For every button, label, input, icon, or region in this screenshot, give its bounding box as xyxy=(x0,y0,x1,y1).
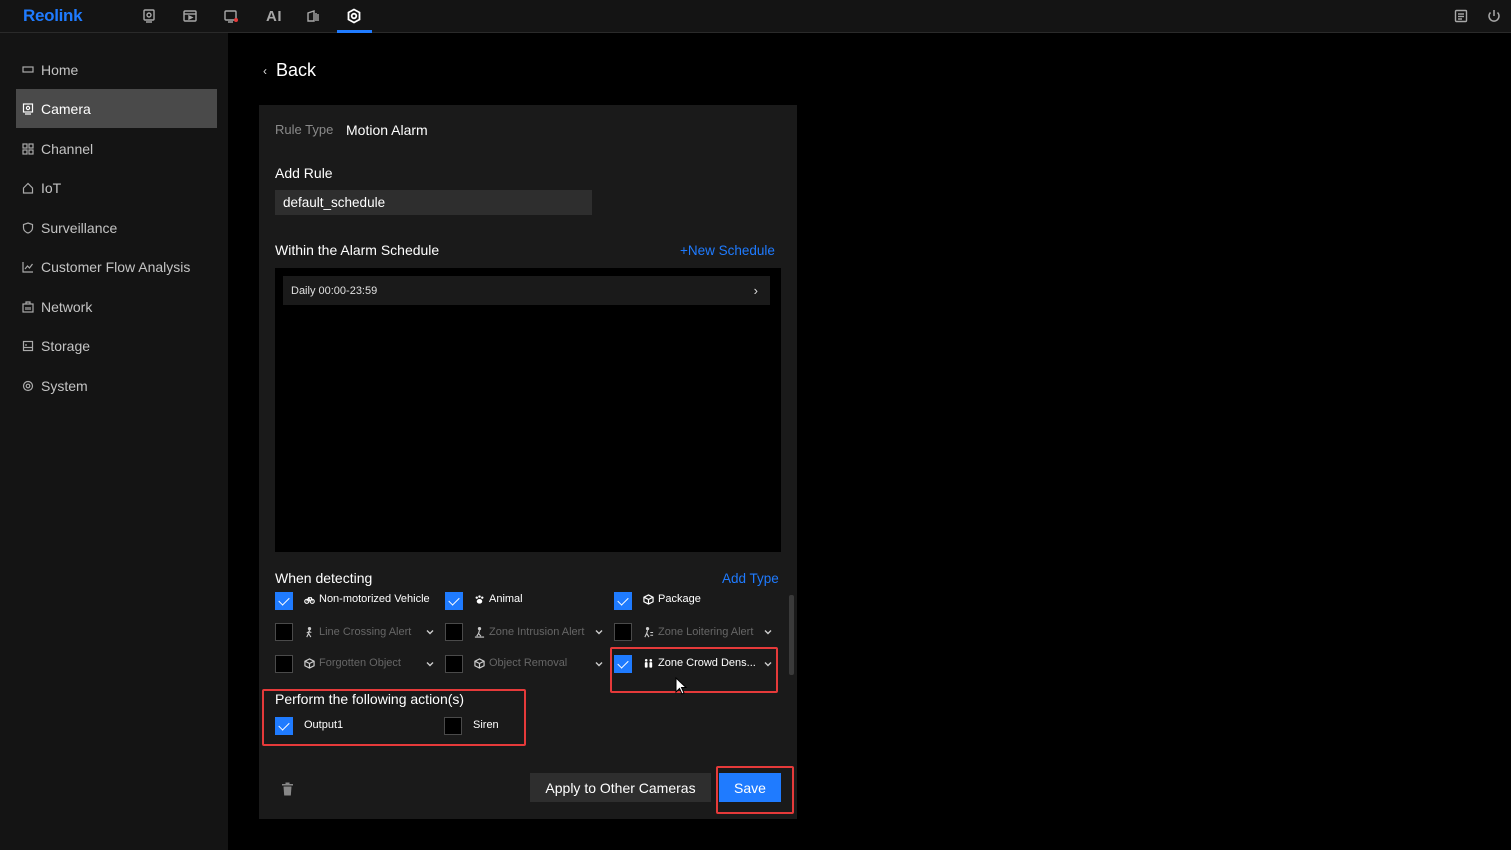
schedule-entry[interactable]: Daily 00:00-23:59 › xyxy=(283,276,770,305)
back-label: Back xyxy=(276,60,317,80)
power-icon[interactable] xyxy=(1485,7,1503,25)
detect-item-line-crossing: Line Crossing Alert xyxy=(303,626,411,638)
sidebar-item-customer-flow-analysis[interactable]: Customer Flow Analysis xyxy=(16,247,217,286)
box-icon xyxy=(473,657,485,669)
detect-item-non-motorized-vehicle: Non-motorized Vehicle xyxy=(303,593,430,605)
camera-icon xyxy=(21,102,34,115)
detect-checkbox-line-crossing[interactable] xyxy=(275,623,293,641)
sidebar-item-iot[interactable]: IoT xyxy=(16,168,217,207)
detect-list-scrollbar[interactable] xyxy=(789,595,794,675)
home-icon xyxy=(21,181,34,194)
sidebar-item-label: Storage xyxy=(41,337,91,354)
chevron-down-icon[interactable] xyxy=(764,628,772,636)
sidebar-item-label: Home xyxy=(41,61,79,78)
detect-checkbox-object-removal[interactable] xyxy=(445,655,463,673)
sidebar-item-home[interactable]: Home xyxy=(16,50,217,89)
shield-icon xyxy=(21,221,34,234)
detect-checkbox-zone-loitering[interactable] xyxy=(614,623,632,641)
devices-icon[interactable] xyxy=(304,7,322,25)
sidebar-item-label: Camera xyxy=(41,100,91,117)
active-tab-indicator xyxy=(337,30,372,33)
schedule-list: Daily 00:00-23:59 › xyxy=(275,268,781,552)
sidebar-item-storage[interactable]: Storage xyxy=(16,326,217,365)
highlight-actions xyxy=(262,689,526,746)
settings-gear-icon[interactable] xyxy=(345,7,363,25)
back-button[interactable]: ‹ Back xyxy=(263,60,316,81)
detect-checkbox-zone-intrusion[interactable] xyxy=(445,623,463,641)
paw-icon xyxy=(473,593,485,605)
network-icon xyxy=(21,300,34,313)
storage-icon xyxy=(21,339,34,352)
top-bar: Reolink AI xyxy=(0,0,1511,33)
package-icon xyxy=(642,593,654,605)
detect-item-zone-intrusion: Zone Intrusion Alert xyxy=(473,626,584,638)
live-view-icon[interactable] xyxy=(140,7,158,25)
walking-person-icon xyxy=(303,626,315,638)
mouse-cursor-icon xyxy=(675,676,689,697)
detect-item-package: Package xyxy=(642,593,701,605)
sidebar-item-surveillance[interactable]: Surveillance xyxy=(16,208,217,247)
sidebar-item-label: Surveillance xyxy=(41,219,118,236)
chevron-down-icon[interactable] xyxy=(426,628,434,636)
detect-item-object-removal: Object Removal xyxy=(473,657,567,669)
apply-to-other-cameras-button[interactable]: Apply to Other Cameras xyxy=(530,773,711,802)
detect-checkbox-forgotten-object[interactable] xyxy=(275,655,293,673)
chevron-down-icon[interactable] xyxy=(595,628,603,636)
chevron-left-icon: ‹ xyxy=(263,63,267,78)
detect-checkbox-package[interactable] xyxy=(614,592,632,610)
sidebar-item-label: IoT xyxy=(41,179,62,196)
grid-icon xyxy=(21,142,34,155)
rule-type-label: Rule Type xyxy=(275,122,334,137)
schedule-entry-label: Daily 00:00-23:59 xyxy=(291,284,378,297)
sidebar: Home Camera Channel IoT Surveillance Cus… xyxy=(0,33,228,850)
sidebar-item-label: Network xyxy=(41,298,93,315)
add-type-link[interactable]: Add Type xyxy=(722,571,779,586)
rule-name-input[interactable] xyxy=(275,190,592,215)
highlight-zone-crowd-density xyxy=(610,647,778,693)
detect-item-animal: Animal xyxy=(473,593,523,605)
sidebar-item-camera[interactable]: Camera xyxy=(16,89,217,128)
sidebar-item-label: Channel xyxy=(41,140,94,157)
detect-item-forgotten-object: Forgotten Object xyxy=(303,657,401,669)
chevron-right-icon: › xyxy=(753,283,758,298)
gear-icon xyxy=(21,379,34,392)
add-rule-label: Add Rule xyxy=(275,165,333,181)
sidebar-item-network[interactable]: Network xyxy=(16,287,217,326)
alerts-icon[interactable] xyxy=(222,7,240,25)
bicycle-icon xyxy=(303,593,315,605)
loitering-icon xyxy=(642,626,654,638)
chart-icon xyxy=(21,260,34,273)
intrusion-icon xyxy=(473,626,485,638)
highlight-save xyxy=(716,766,794,814)
sidebar-item-label: System xyxy=(41,377,88,394)
playback-icon[interactable] xyxy=(181,7,199,25)
sidebar-item-channel[interactable]: Channel xyxy=(16,129,217,168)
box-icon xyxy=(303,657,315,669)
detecting-title: When detecting xyxy=(275,570,373,586)
trash-icon[interactable] xyxy=(281,782,294,796)
sidebar-item-system[interactable]: System xyxy=(16,366,217,405)
chevron-down-icon[interactable] xyxy=(595,660,603,668)
schedule-title: Within the Alarm Schedule xyxy=(275,242,440,258)
detect-checkbox-animal[interactable] xyxy=(445,592,463,610)
ai-nav-button[interactable]: AI xyxy=(263,7,285,25)
logo: Reolink xyxy=(23,6,83,25)
notes-icon[interactable] xyxy=(1452,7,1470,25)
detect-checkbox-non-motorized-vehicle[interactable] xyxy=(275,592,293,610)
new-schedule-link[interactable]: +New Schedule xyxy=(680,243,775,258)
chevron-down-icon[interactable] xyxy=(426,660,434,668)
sidebar-item-label: Customer Flow Analysis xyxy=(41,258,191,275)
detect-item-zone-loitering: Zone Loitering Alert xyxy=(642,626,753,638)
rule-type-value: Motion Alarm xyxy=(346,122,428,138)
monitor-icon xyxy=(21,63,34,76)
